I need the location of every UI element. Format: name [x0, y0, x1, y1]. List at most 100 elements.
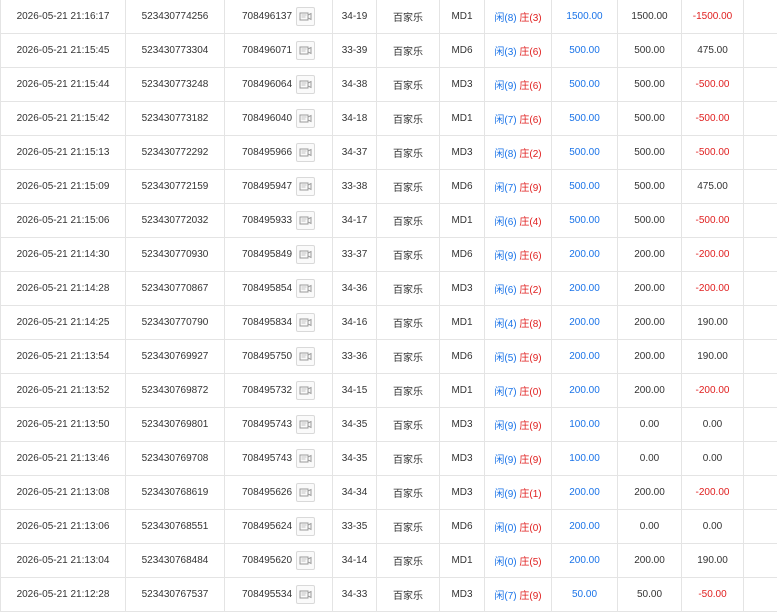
bet-time-cell: 2026-05-21 21:15:06: [1, 204, 126, 238]
win-loss-cell: -200.00: [682, 238, 744, 272]
table-name-cell: MD1: [440, 102, 485, 136]
video-replay-icon[interactable]: [296, 415, 315, 434]
player-result: 闲(8): [494, 149, 516, 160]
video-replay-icon[interactable]: [296, 517, 315, 536]
video-replay-icon[interactable]: [296, 7, 315, 26]
bet-amount-cell: 500.00: [552, 34, 618, 68]
game-id-cell: 708495743: [225, 442, 333, 476]
bet-id-cell: 523430768619: [126, 476, 225, 510]
video-replay-icon[interactable]: [296, 551, 315, 570]
bet-amount-cell: 500.00: [552, 170, 618, 204]
banker-result: 庄(6): [519, 115, 541, 126]
banker-result: 庄(9): [519, 591, 541, 602]
bet-time-cell: 2026-05-21 21:15:09: [1, 170, 126, 204]
table-name-cell: MD1: [440, 374, 485, 408]
extra-cell: [744, 544, 777, 578]
desk-round-cell: 33-36: [333, 340, 377, 374]
banker-result: 庄(5): [519, 557, 541, 568]
player-result: 闲(5): [494, 353, 516, 364]
result-cell: 闲(4) 庄(8): [485, 306, 552, 340]
game-type-cell: 百家乐: [377, 544, 440, 578]
extra-cell: [744, 374, 777, 408]
bet-id-cell: 523430769708: [126, 442, 225, 476]
video-replay-icon[interactable]: [296, 245, 315, 264]
extra-cell: [744, 306, 777, 340]
video-replay-icon[interactable]: [296, 483, 315, 502]
game-id-cell: 708495743: [225, 408, 333, 442]
table-name-cell: MD1: [440, 0, 485, 34]
table-name-cell: MD1: [440, 204, 485, 238]
video-replay-icon[interactable]: [296, 109, 315, 128]
desk-round-cell: 33-38: [333, 170, 377, 204]
win-loss-cell: -50.00: [682, 578, 744, 612]
bet-id-cell: 523430770930: [126, 238, 225, 272]
bet-time-cell: 2026-05-21 21:14:25: [1, 306, 126, 340]
banker-result: 庄(1): [519, 489, 541, 500]
player-result: 闲(9): [494, 489, 516, 500]
table-name-cell: MD6: [440, 170, 485, 204]
table-name-cell: MD1: [440, 306, 485, 340]
game-type-cell: 百家乐: [377, 374, 440, 408]
extra-cell: [744, 170, 777, 204]
table-row: 2026-05-21 21:15:42 523430773182 7084960…: [1, 102, 777, 136]
game-id-cell: 708496137: [225, 0, 333, 34]
bet-time-cell: 2026-05-21 21:13:46: [1, 442, 126, 476]
bet-amount-cell: 500.00: [552, 204, 618, 238]
bet-records-table: 2026-05-21 21:16:17 523430774256 7084961…: [0, 0, 777, 612]
bet-id-cell: 523430769872: [126, 374, 225, 408]
win-loss-cell: 475.00: [682, 34, 744, 68]
player-result: 闲(6): [494, 217, 516, 228]
banker-result: 庄(9): [519, 353, 541, 364]
desk-round-cell: 34-34: [333, 476, 377, 510]
extra-cell: [744, 204, 777, 238]
bet-time-cell: 2026-05-21 21:15:13: [1, 136, 126, 170]
player-result: 闲(8): [494, 13, 516, 24]
bet-id-cell: 523430772292: [126, 136, 225, 170]
video-replay-icon[interactable]: [296, 313, 315, 332]
table-name-cell: MD3: [440, 136, 485, 170]
table-name-cell: MD3: [440, 476, 485, 510]
table-row: 2026-05-21 21:15:45 523430773304 7084960…: [1, 34, 777, 68]
extra-cell: [744, 578, 777, 612]
player-result: 闲(7): [494, 183, 516, 194]
banker-result: 庄(2): [519, 149, 541, 160]
player-result: 闲(6): [494, 285, 516, 296]
bet-amount-cell: 500.00: [552, 68, 618, 102]
banker-result: 庄(8): [519, 319, 541, 330]
video-replay-icon[interactable]: [296, 143, 315, 162]
table-row: 2026-05-21 21:14:25 523430770790 7084958…: [1, 306, 777, 340]
bet-time-cell: 2026-05-21 21:15:44: [1, 68, 126, 102]
desk-round-cell: 34-19: [333, 0, 377, 34]
bet-time-cell: 2026-05-21 21:16:17: [1, 0, 126, 34]
win-loss-cell: -500.00: [682, 204, 744, 238]
banker-result: 庄(6): [519, 251, 541, 262]
result-cell: 闲(7) 庄(9): [485, 170, 552, 204]
extra-cell: [744, 340, 777, 374]
result-cell: 闲(9) 庄(9): [485, 408, 552, 442]
video-replay-icon[interactable]: [296, 347, 315, 366]
bet-amount-cell: 500.00: [552, 102, 618, 136]
game-id-cell: 708495933: [225, 204, 333, 238]
win-loss-cell: -1500.00: [682, 0, 744, 34]
video-replay-icon[interactable]: [296, 279, 315, 298]
video-replay-icon[interactable]: [296, 75, 315, 94]
video-replay-icon[interactable]: [296, 41, 315, 60]
desk-round-cell: 34-35: [333, 442, 377, 476]
desk-round-cell: 34-35: [333, 408, 377, 442]
video-replay-icon[interactable]: [296, 177, 315, 196]
game-type-cell: 百家乐: [377, 34, 440, 68]
win-loss-cell: 0.00: [682, 442, 744, 476]
desk-round-cell: 34-36: [333, 272, 377, 306]
win-loss-cell: 0.00: [682, 510, 744, 544]
desk-round-cell: 34-38: [333, 68, 377, 102]
desk-round-cell: 34-15: [333, 374, 377, 408]
bet-id-cell: 523430768551: [126, 510, 225, 544]
win-loss-cell: 475.00: [682, 170, 744, 204]
result-cell: 闲(3) 庄(6): [485, 34, 552, 68]
video-replay-icon[interactable]: [296, 585, 315, 604]
video-replay-icon[interactable]: [296, 381, 315, 400]
player-result: 闲(9): [494, 81, 516, 92]
video-replay-icon[interactable]: [296, 211, 315, 230]
video-replay-icon[interactable]: [296, 449, 315, 468]
game-id-cell: 708496040: [225, 102, 333, 136]
